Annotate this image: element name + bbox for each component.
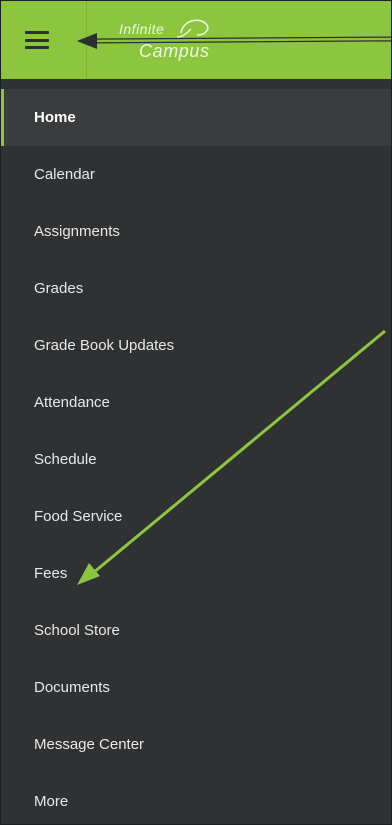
app-header: Infinite Campus (1, 1, 391, 79)
nav-item-documents[interactable]: Documents (1, 659, 391, 716)
nav-item-grade-book-updates[interactable]: Grade Book Updates (1, 317, 391, 374)
nav-label: More (34, 793, 69, 810)
nav-item-attendance[interactable]: Attendance (1, 374, 391, 431)
nav-item-grades[interactable]: Grades (1, 260, 391, 317)
nav-label: Grade Book Updates (34, 337, 175, 354)
sidebar-nav: Home Calendar Assignments Grades Grade B… (1, 89, 391, 824)
nav-label: Home (34, 109, 76, 126)
nav-item-schedule[interactable]: Schedule (1, 431, 391, 488)
nav-label: Calendar (34, 166, 95, 183)
logo-swoosh-icon (176, 19, 209, 38)
nav-item-food-service[interactable]: Food Service (1, 488, 391, 545)
nav-item-school-store[interactable]: School Store (1, 602, 391, 659)
nav-label: Food Service (34, 508, 123, 525)
nav-label: Grades (34, 280, 84, 297)
nav-label: Documents (34, 679, 110, 696)
nav-label: Attendance (34, 394, 110, 411)
nav-item-home[interactable]: Home (1, 89, 391, 146)
nav-label: Schedule (34, 451, 97, 468)
nav-item-assignments[interactable]: Assignments (1, 203, 391, 260)
menu-button[interactable] (15, 1, 87, 79)
app-frame: Infinite Campus Home Calendar Assignment… (0, 0, 392, 825)
nav-item-calendar[interactable]: Calendar (1, 146, 391, 203)
nav-item-fees[interactable]: Fees (1, 545, 391, 602)
nav-item-message-center[interactable]: Message Center (1, 716, 391, 773)
nav-item-more[interactable]: More (1, 773, 391, 824)
infinite-campus-logo: Infinite Campus (101, 11, 251, 71)
nav-label: School Store (34, 622, 120, 639)
nav-label: Assignments (34, 223, 120, 240)
hamburger-icon (25, 31, 49, 49)
nav-label: Message Center (34, 736, 145, 753)
logo-line1: Infinite (119, 21, 165, 37)
nav-label: Fees (34, 565, 68, 582)
